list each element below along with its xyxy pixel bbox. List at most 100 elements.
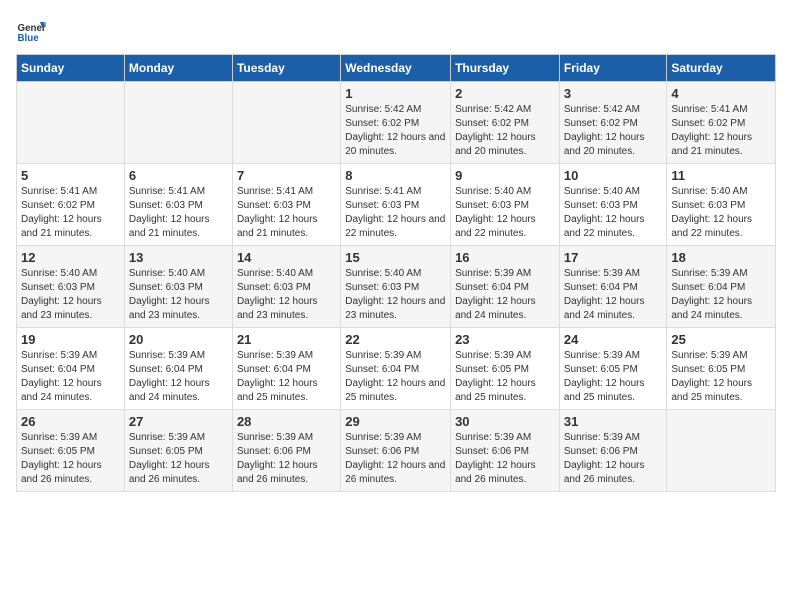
day-info: Sunrise: 5:39 AMSunset: 6:04 PMDaylight:…	[671, 267, 771, 323]
day-number: 27	[129, 414, 228, 429]
calendar-cell: 28 Sunrise: 5:39 AMSunset: 6:06 PMDayligh…	[232, 410, 340, 492]
week-row-5: 26 Sunrise: 5:39 AMSunset: 6:05 PMDayligh…	[17, 410, 776, 492]
logo-icon: General Blue	[16, 16, 46, 46]
calendar-cell: 27 Sunrise: 5:39 AMSunset: 6:05 PMDayligh…	[124, 410, 232, 492]
calendar-cell: 22 Sunrise: 5:39 AMSunset: 6:04 PMDayligh…	[341, 328, 451, 410]
day-info: Sunrise: 5:40 AMSunset: 6:03 PMDaylight:…	[237, 267, 336, 323]
calendar-cell: 20 Sunrise: 5:39 AMSunset: 6:04 PMDayligh…	[124, 328, 232, 410]
day-number: 1	[345, 86, 446, 101]
day-number: 18	[671, 250, 771, 265]
calendar-cell	[124, 82, 232, 164]
page-header: General Blue	[16, 16, 776, 46]
day-number: 12	[21, 250, 120, 265]
day-info: Sunrise: 5:39 AMSunset: 6:04 PMDaylight:…	[455, 267, 555, 323]
day-info: Sunrise: 5:42 AMSunset: 6:02 PMDaylight:…	[345, 103, 446, 159]
calendar-cell: 23 Sunrise: 5:39 AMSunset: 6:05 PMDayligh…	[451, 328, 560, 410]
day-info: Sunrise: 5:40 AMSunset: 6:03 PMDaylight:…	[129, 267, 228, 323]
calendar-cell: 9 Sunrise: 5:40 AMSunset: 6:03 PMDaylight…	[451, 164, 560, 246]
calendar-cell: 12 Sunrise: 5:40 AMSunset: 6:03 PMDayligh…	[17, 246, 125, 328]
day-number: 24	[564, 332, 663, 347]
day-info: Sunrise: 5:39 AMSunset: 6:04 PMDaylight:…	[21, 349, 120, 405]
day-number: 5	[21, 168, 120, 183]
calendar-body: 1 Sunrise: 5:42 AMSunset: 6:02 PMDaylight…	[17, 82, 776, 492]
day-info: Sunrise: 5:42 AMSunset: 6:02 PMDaylight:…	[455, 103, 555, 159]
day-info: Sunrise: 5:39 AMSunset: 6:06 PMDaylight:…	[564, 431, 663, 487]
calendar-table: SundayMondayTuesdayWednesdayThursdayFrid…	[16, 54, 776, 492]
calendar-cell: 31 Sunrise: 5:39 AMSunset: 6:06 PMDayligh…	[559, 410, 667, 492]
day-info: Sunrise: 5:39 AMSunset: 6:06 PMDaylight:…	[237, 431, 336, 487]
calendar-cell: 7 Sunrise: 5:41 AMSunset: 6:03 PMDaylight…	[232, 164, 340, 246]
calendar-cell: 3 Sunrise: 5:42 AMSunset: 6:02 PMDaylight…	[559, 82, 667, 164]
day-number: 25	[671, 332, 771, 347]
day-number: 6	[129, 168, 228, 183]
day-number: 28	[237, 414, 336, 429]
day-number: 23	[455, 332, 555, 347]
logo: General Blue	[16, 16, 46, 46]
svg-text:Blue: Blue	[18, 33, 40, 44]
calendar-cell	[17, 82, 125, 164]
day-info: Sunrise: 5:40 AMSunset: 6:03 PMDaylight:…	[564, 185, 663, 241]
weekday-header-sunday: Sunday	[17, 55, 125, 82]
day-info: Sunrise: 5:39 AMSunset: 6:05 PMDaylight:…	[671, 349, 771, 405]
day-number: 2	[455, 86, 555, 101]
calendar-cell: 6 Sunrise: 5:41 AMSunset: 6:03 PMDaylight…	[124, 164, 232, 246]
day-info: Sunrise: 5:41 AMSunset: 6:02 PMDaylight:…	[21, 185, 120, 241]
day-number: 3	[564, 86, 663, 101]
day-info: Sunrise: 5:40 AMSunset: 6:03 PMDaylight:…	[455, 185, 555, 241]
day-info: Sunrise: 5:39 AMSunset: 6:05 PMDaylight:…	[129, 431, 228, 487]
calendar-cell: 13 Sunrise: 5:40 AMSunset: 6:03 PMDayligh…	[124, 246, 232, 328]
calendar-cell: 16Sunrise: 5:39 AMSunset: 6:04 PMDayligh…	[451, 246, 560, 328]
calendar-cell: 18 Sunrise: 5:39 AMSunset: 6:04 PMDayligh…	[667, 246, 776, 328]
calendar-cell: 30Sunrise: 5:39 AMSunset: 6:06 PMDayligh…	[451, 410, 560, 492]
calendar-cell: 10 Sunrise: 5:40 AMSunset: 6:03 PMDayligh…	[559, 164, 667, 246]
calendar-cell	[232, 82, 340, 164]
calendar-cell: 4 Sunrise: 5:41 AMSunset: 6:02 PMDaylight…	[667, 82, 776, 164]
day-number: 13	[129, 250, 228, 265]
day-number: 19	[21, 332, 120, 347]
day-info: Sunrise: 5:39 AMSunset: 6:04 PMDaylight:…	[564, 267, 663, 323]
calendar-cell: 24 Sunrise: 5:39 AMSunset: 6:05 PMDayligh…	[559, 328, 667, 410]
calendar-cell: 11Sunrise: 5:40 AMSunset: 6:03 PMDayligh…	[667, 164, 776, 246]
weekday-header-friday: Friday	[559, 55, 667, 82]
weekday-header-row: SundayMondayTuesdayWednesdayThursdayFrid…	[17, 55, 776, 82]
day-number: 15	[345, 250, 446, 265]
day-info: Sunrise: 5:39 AMSunset: 6:05 PMDaylight:…	[564, 349, 663, 405]
week-row-2: 5 Sunrise: 5:41 AMSunset: 6:02 PMDaylight…	[17, 164, 776, 246]
day-number: 20	[129, 332, 228, 347]
calendar-cell: 29Sunrise: 5:39 AMSunset: 6:06 PMDayligh…	[341, 410, 451, 492]
day-number: 26	[21, 414, 120, 429]
day-number: 22	[345, 332, 446, 347]
day-number: 10	[564, 168, 663, 183]
day-info: Sunrise: 5:40 AMSunset: 6:03 PMDaylight:…	[671, 185, 771, 241]
day-info: Sunrise: 5:39 AMSunset: 6:04 PMDaylight:…	[345, 349, 446, 405]
day-number: 31	[564, 414, 663, 429]
week-row-4: 19 Sunrise: 5:39 AMSunset: 6:04 PMDayligh…	[17, 328, 776, 410]
day-number: 14	[237, 250, 336, 265]
calendar-cell	[667, 410, 776, 492]
day-number: 4	[671, 86, 771, 101]
day-info: Sunrise: 5:41 AMSunset: 6:02 PMDaylight:…	[671, 103, 771, 159]
day-number: 9	[455, 168, 555, 183]
calendar-cell: 21Sunrise: 5:39 AMSunset: 6:04 PMDayligh…	[232, 328, 340, 410]
day-number: 17	[564, 250, 663, 265]
calendar-cell: 5 Sunrise: 5:41 AMSunset: 6:02 PMDaylight…	[17, 164, 125, 246]
weekday-header-tuesday: Tuesday	[232, 55, 340, 82]
day-info: Sunrise: 5:39 AMSunset: 6:05 PMDaylight:…	[21, 431, 120, 487]
day-number: 29	[345, 414, 446, 429]
day-number: 8	[345, 168, 446, 183]
calendar-cell: 2 Sunrise: 5:42 AMSunset: 6:02 PMDaylight…	[451, 82, 560, 164]
day-info: Sunrise: 5:40 AMSunset: 6:03 PMDaylight:…	[345, 267, 446, 323]
day-info: Sunrise: 5:39 AMSunset: 6:06 PMDaylight:…	[455, 431, 555, 487]
week-row-1: 1 Sunrise: 5:42 AMSunset: 6:02 PMDaylight…	[17, 82, 776, 164]
calendar-cell: 19 Sunrise: 5:39 AMSunset: 6:04 PMDayligh…	[17, 328, 125, 410]
day-info: Sunrise: 5:40 AMSunset: 6:03 PMDaylight:…	[21, 267, 120, 323]
calendar-cell: 15 Sunrise: 5:40 AMSunset: 6:03 PMDayligh…	[341, 246, 451, 328]
calendar-cell: 8Sunrise: 5:41 AMSunset: 6:03 PMDaylight…	[341, 164, 451, 246]
day-info: Sunrise: 5:39 AMSunset: 6:05 PMDaylight:…	[455, 349, 555, 405]
weekday-header-monday: Monday	[124, 55, 232, 82]
day-info: Sunrise: 5:39 AMSunset: 6:04 PMDaylight:…	[129, 349, 228, 405]
day-info: Sunrise: 5:41 AMSunset: 6:03 PMDaylight:…	[129, 185, 228, 241]
day-info: Sunrise: 5:41 AMSunset: 6:03 PMDaylight:…	[237, 185, 336, 241]
day-info: Sunrise: 5:42 AMSunset: 6:02 PMDaylight:…	[564, 103, 663, 159]
day-number: 7	[237, 168, 336, 183]
